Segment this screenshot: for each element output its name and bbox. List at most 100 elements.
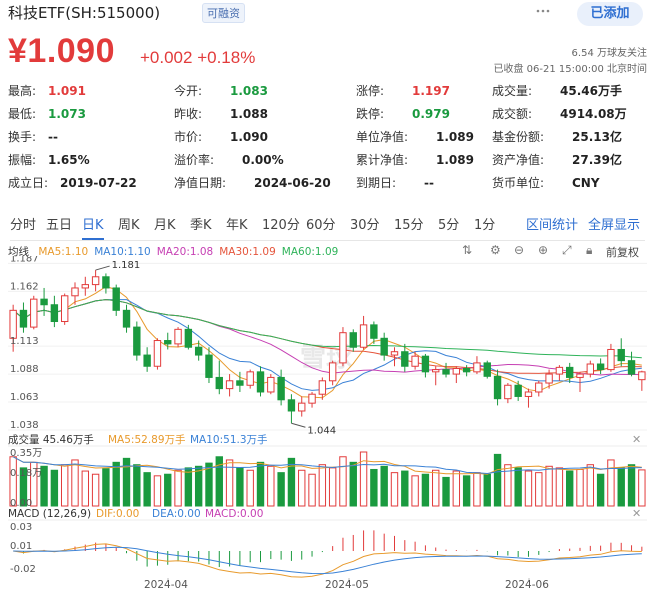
zoom-in-icon[interactable]: ⊕	[538, 243, 548, 257]
candle-body	[545, 373, 553, 384]
candle-body	[411, 355, 419, 367]
candle-body	[339, 332, 347, 364]
gear-icon[interactable]: ⚙	[490, 243, 501, 257]
candle-body	[555, 366, 564, 375]
candle-body	[328, 362, 337, 382]
candle	[586, 360, 595, 378]
volume-bar	[256, 461, 265, 507]
tab-1[interactable]: 五日	[46, 214, 72, 238]
candle-body	[349, 332, 357, 348]
candle	[627, 351, 636, 377]
zoom-out-icon[interactable]: ⊖	[514, 243, 524, 257]
candle	[143, 347, 151, 372]
y-tick-label: 1.088	[10, 364, 39, 375]
stat-label: 累计净值:	[356, 153, 409, 167]
settings-icon[interactable]: ⇅	[462, 243, 472, 257]
candle-body	[380, 337, 388, 356]
volume-bar	[277, 472, 285, 507]
candle-body	[40, 298, 48, 306]
candle-body	[246, 371, 254, 386]
stat-label: 今开:	[174, 84, 203, 98]
candle	[225, 374, 234, 397]
candle	[277, 369, 285, 406]
candle-body	[9, 309, 17, 339]
candle-body	[225, 380, 234, 390]
candle	[617, 338, 625, 367]
added-button[interactable]: 已添加	[577, 2, 643, 26]
tab-11[interactable]: 5分	[438, 214, 459, 238]
candle-body	[535, 382, 543, 393]
more-icon[interactable]	[536, 4, 550, 18]
tab-2[interactable]: 日K	[82, 214, 104, 240]
candle	[174, 327, 182, 348]
candle-body	[133, 326, 141, 356]
candle-body	[432, 369, 440, 373]
candle	[102, 273, 110, 294]
stat-label: 成交额:	[492, 107, 533, 121]
candle	[442, 362, 450, 378]
volume-bar	[112, 461, 120, 507]
candle-body	[504, 384, 512, 400]
fullscreen-button[interactable]: 全屏显示	[588, 214, 640, 238]
tab-7[interactable]: 120分	[262, 214, 300, 238]
volume-bar	[514, 467, 522, 507]
candle	[236, 371, 244, 392]
candle-body	[50, 304, 59, 323]
tab-12[interactable]: 1分	[474, 214, 495, 238]
volume-bar	[194, 465, 203, 507]
volume-bar	[545, 465, 553, 507]
stat-value: 1.083	[230, 84, 268, 98]
candle-body	[452, 367, 461, 375]
tab-6[interactable]: 年K	[226, 214, 248, 238]
candle-body	[174, 328, 182, 345]
volume-bar	[184, 467, 193, 507]
stat-value: 1.089	[436, 130, 474, 144]
close-icon[interactable]: ✕	[632, 433, 641, 446]
tab-3[interactable]: 周K	[118, 214, 140, 238]
candle-body	[607, 348, 615, 371]
candle	[246, 369, 254, 389]
margin-badge: 可融资	[202, 3, 245, 23]
tab-5[interactable]: 季K	[190, 214, 212, 238]
stat-value: 1.088	[230, 107, 268, 121]
volume-bar	[153, 475, 162, 507]
candle-body	[287, 399, 296, 412]
kline-chart[interactable]: 雪球1.1871.1621.1131.0881.0631.0381.1811.0…	[0, 256, 655, 593]
volume-bar	[267, 465, 275, 507]
stat-label: 涨停:	[356, 84, 385, 98]
y-tick-label: 1.113	[10, 336, 39, 347]
tab-8[interactable]: 60分	[306, 214, 336, 238]
candle	[504, 383, 512, 404]
stat-value: 4914.08万	[560, 107, 627, 121]
current-price: ¥1.090	[8, 32, 115, 70]
tab-9[interactable]: 30分	[350, 214, 380, 238]
volume-bar	[359, 451, 368, 507]
volume-ma10: MA10:51.3万手	[190, 433, 268, 446]
candle	[380, 332, 388, 361]
tab-4[interactable]: 月K	[154, 214, 176, 238]
tab-10[interactable]: 15分	[394, 214, 424, 238]
candle-body	[638, 371, 646, 381]
volume-bar	[566, 470, 574, 507]
candle-body	[359, 324, 368, 348]
period-tabs: 分时 五日 日K 周K 月K 季K 年K 120分 60分 30分 15分 5分 1分 区间统计 全屏显…	[10, 214, 645, 241]
candle-body	[122, 309, 131, 328]
stat-label: 单位净值:	[356, 130, 409, 144]
volume-bar	[452, 470, 461, 507]
volume-bar	[143, 472, 151, 507]
stat-value: 45.46万手	[560, 84, 622, 98]
candle	[555, 365, 564, 381]
candle	[607, 343, 615, 372]
volume-bar	[205, 462, 213, 507]
volume-bar	[607, 459, 615, 507]
low-label: 1.044	[307, 425, 336, 436]
volume-bar	[81, 470, 89, 507]
interval-stats-button[interactable]: 区间统计	[526, 214, 578, 238]
volume-bar	[617, 467, 625, 507]
volume-y-tick: 0.35万	[10, 448, 42, 459]
price-change: +0.002 +0.18%	[140, 48, 256, 67]
volume-bar	[596, 473, 605, 507]
close-icon[interactable]: ✕	[632, 507, 641, 520]
tab-0[interactable]: 分时	[10, 214, 36, 238]
candle	[91, 270, 100, 292]
